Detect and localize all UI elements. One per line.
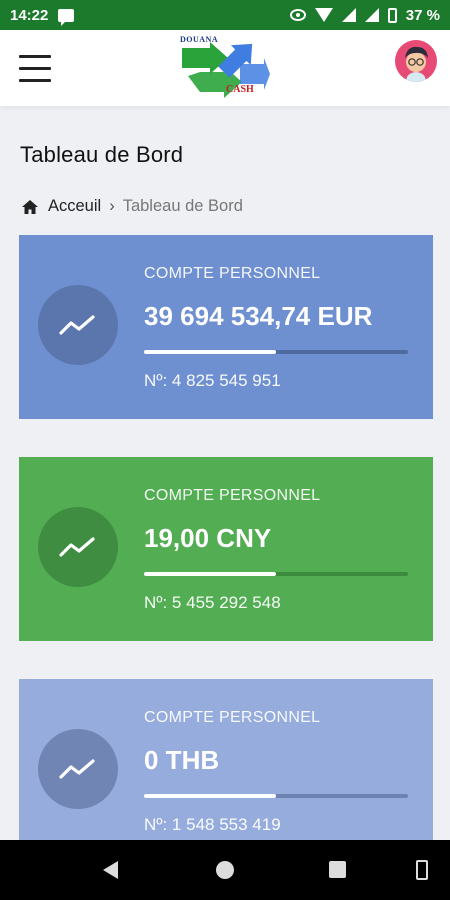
breadcrumb-home-link[interactable]: Acceuil (48, 197, 101, 216)
status-icons: 37 % (289, 6, 440, 24)
app-logo[interactable]: DOUANA CASH (180, 34, 270, 100)
logo-text-top: DOUANA (180, 35, 219, 44)
wifi-icon (314, 8, 333, 22)
account-card[interactable]: COMPTE PERSONNEL 19,00 CNY Nº: 5 455 292… (19, 457, 433, 641)
recent-apps-icon[interactable] (329, 861, 346, 878)
account-number: Nº: 5 455 292 548 (144, 593, 281, 612)
account-card[interactable]: COMPTE PERSONNEL 0 THB Nº: 1 548 553 419 (19, 679, 433, 863)
account-type: COMPTE PERSONNEL (144, 709, 321, 726)
battery-percent: 37 % (405, 6, 440, 24)
card-icon-circle (38, 729, 118, 809)
account-progress (144, 794, 408, 798)
home-button-icon[interactable] (216, 861, 234, 879)
account-number: Nº: 4 825 545 951 (144, 371, 281, 390)
trending-up-icon (59, 315, 95, 335)
eye-icon (289, 9, 306, 21)
user-avatar[interactable] (395, 40, 437, 82)
trending-up-icon (59, 759, 95, 779)
account-progress (144, 572, 408, 576)
hamburger-menu-icon[interactable] (19, 55, 51, 82)
page-title: Tableau de Bord (20, 142, 184, 167)
account-balance: 39 694 534,74 EUR (144, 301, 373, 331)
card-icon-circle (38, 507, 118, 587)
account-number: Nº: 1 548 553 419 (144, 815, 281, 834)
account-card[interactable]: COMPTE PERSONNEL 39 694 534,74 EUR Nº: 4… (19, 235, 433, 419)
account-type: COMPTE PERSONNEL (144, 265, 321, 282)
status-time: 14:22 (10, 6, 49, 24)
system-nav-bar (0, 840, 450, 900)
account-type: COMPTE PERSONNEL (144, 487, 321, 504)
message-icon (58, 8, 75, 26)
back-icon[interactable] (103, 861, 118, 879)
status-bar: 14:22 37 % (0, 0, 450, 30)
rotate-icon[interactable] (416, 860, 428, 880)
account-progress (144, 350, 408, 354)
breadcrumb-current: Tableau de Bord (122, 197, 243, 215)
battery-icon (387, 7, 397, 23)
logo-text-bottom: CASH (226, 84, 254, 95)
account-balance: 0 THB (144, 745, 220, 775)
home-icon (22, 199, 38, 214)
signal-roaming-icon (364, 8, 379, 22)
breadcrumb-separator: › (109, 197, 115, 215)
signal-icon (341, 8, 356, 22)
card-icon-circle (38, 285, 118, 365)
account-balance: 19,00 CNY (144, 523, 272, 553)
trending-up-icon (59, 537, 95, 557)
breadcrumb: Acceuil › Tableau de Bord (22, 197, 243, 216)
app-header: DOUANA CASH (0, 30, 450, 106)
